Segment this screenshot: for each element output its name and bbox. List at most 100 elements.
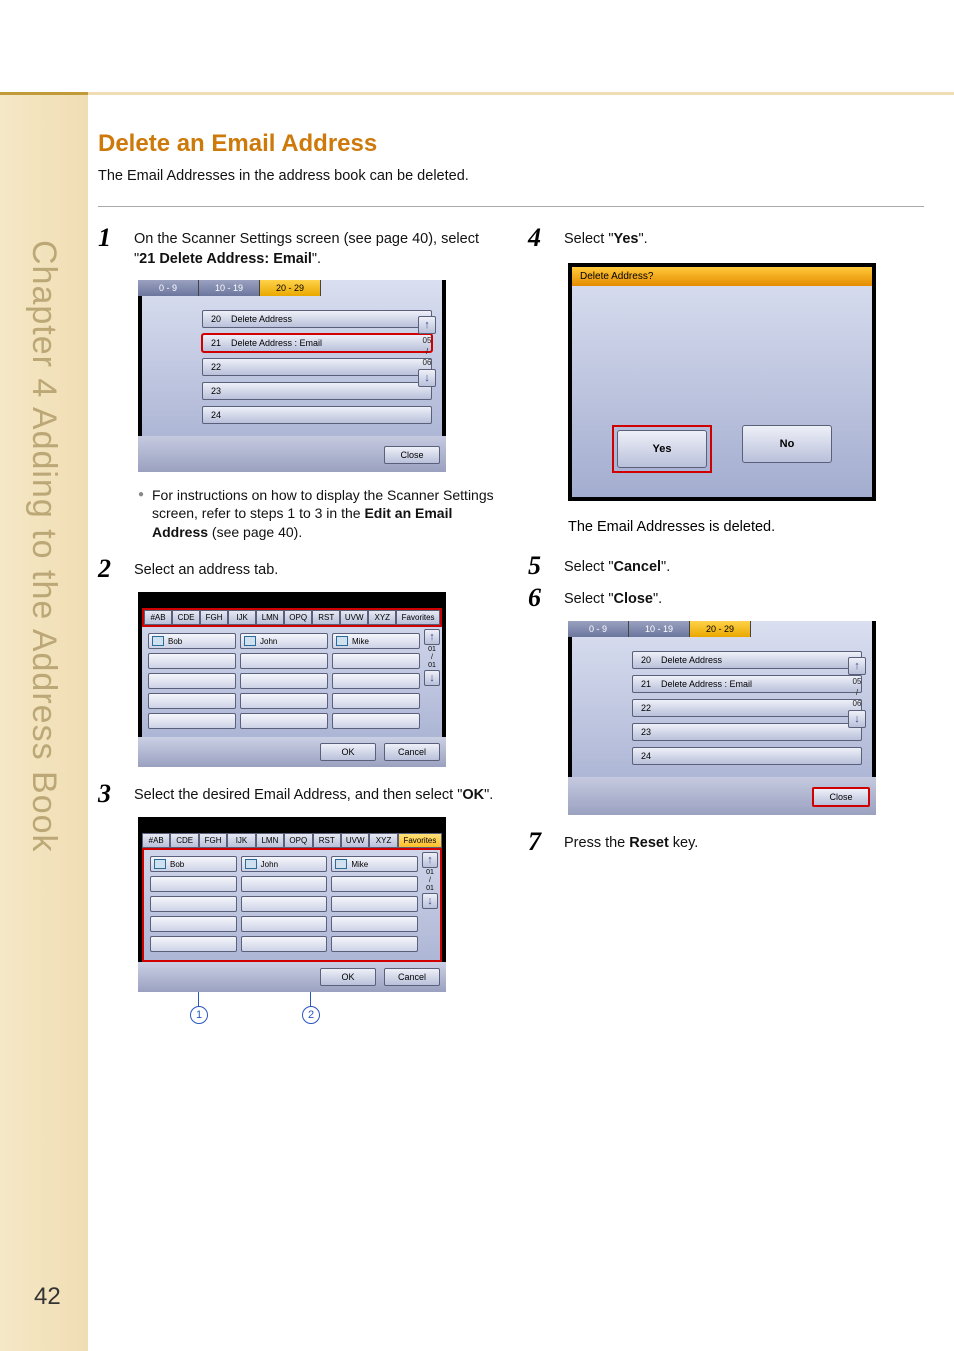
address-entry-empty[interactable] xyxy=(240,653,328,669)
text-bold: OK xyxy=(462,787,484,803)
address-entry-empty[interactable] xyxy=(241,916,328,932)
address-tab[interactable]: LMN xyxy=(256,610,284,625)
address-entry-empty[interactable] xyxy=(241,936,328,952)
close-button[interactable]: Close xyxy=(384,446,440,464)
step-text: Select "Close". xyxy=(564,585,662,609)
ok-button[interactable]: OK xyxy=(320,743,376,761)
settings-row[interactable]: 22 xyxy=(202,358,432,376)
mail-icon xyxy=(152,636,164,646)
row-num: 24 xyxy=(641,751,661,761)
address-entry[interactable]: Mike xyxy=(332,633,420,649)
address-entry-empty[interactable] xyxy=(148,693,236,709)
range-tab-active[interactable]: 20 - 29 xyxy=(260,280,321,296)
address-tab[interactable]: UVW xyxy=(340,610,368,625)
settings-row-highlight[interactable]: 21Delete Address : Email xyxy=(202,334,432,352)
address-select-screenshot: #AB CDE FGH IJK LMN OPQ RST UVW XYZ Favo… xyxy=(138,817,446,992)
address-tab[interactable]: OPQ xyxy=(284,833,312,848)
scroll-down-button[interactable]: ↓ xyxy=(848,710,866,728)
settings-row[interactable]: 23 xyxy=(632,723,862,741)
address-entry-empty[interactable] xyxy=(148,653,236,669)
address-entry-empty[interactable] xyxy=(240,673,328,689)
address-entry[interactable]: John xyxy=(241,856,328,872)
settings-row[interactable]: 24 xyxy=(202,406,432,424)
result-text: The Email Addresses is deleted. xyxy=(568,519,924,535)
ok-button-highlight[interactable]: OK xyxy=(320,968,376,986)
address-tab-favorites[interactable]: Favorites xyxy=(396,610,440,625)
address-entry-empty[interactable] xyxy=(331,876,418,892)
address-entry-empty[interactable] xyxy=(331,936,418,952)
address-entry-empty[interactable] xyxy=(241,876,328,892)
address-entry-empty[interactable] xyxy=(332,713,420,729)
address-tab[interactable]: UVW xyxy=(341,833,369,848)
address-tab[interactable]: XYZ xyxy=(368,610,396,625)
step-number: 3 xyxy=(98,781,134,807)
address-tab[interactable]: CDE xyxy=(172,610,200,625)
address-entry[interactable]: Bob xyxy=(148,633,236,649)
address-tab[interactable]: #AB xyxy=(142,833,170,848)
scroll-up-button[interactable]: ↑ xyxy=(848,657,866,675)
scroll-down-button[interactable]: ↓ xyxy=(418,369,436,387)
row-num: 23 xyxy=(211,386,231,396)
settings-row[interactable]: 22 xyxy=(632,699,862,717)
scroll-up-button[interactable]: ↑ xyxy=(422,852,438,868)
address-entry-empty[interactable] xyxy=(331,896,418,912)
address-entry-empty[interactable] xyxy=(150,936,237,952)
text: Select " xyxy=(564,559,613,575)
address-entry-empty[interactable] xyxy=(240,713,328,729)
settings-row[interactable]: 20Delete Address xyxy=(632,651,862,669)
address-tab[interactable]: #AB xyxy=(144,610,172,625)
scroll-up-button[interactable]: ↑ xyxy=(418,316,436,334)
scroll-down-button[interactable]: ↓ xyxy=(424,670,440,686)
range-tab[interactable]: 0 - 9 xyxy=(138,280,199,296)
address-entry-empty[interactable] xyxy=(150,916,237,932)
address-entry-empty[interactable] xyxy=(332,653,420,669)
address-entry[interactable]: John xyxy=(240,633,328,649)
row-num: 20 xyxy=(211,314,231,324)
address-tab[interactable]: RST xyxy=(312,610,340,625)
address-entry[interactable]: Mike xyxy=(331,856,418,872)
address-tab[interactable]: IJK xyxy=(227,833,255,848)
address-entry-empty[interactable] xyxy=(150,876,237,892)
address-entry-empty[interactable] xyxy=(148,673,236,689)
page-ind: / xyxy=(856,688,858,697)
address-entry-empty[interactable] xyxy=(332,693,420,709)
address-tab[interactable]: LMN xyxy=(256,833,284,848)
range-tab-active[interactable]: 20 - 29 xyxy=(690,621,751,637)
address-tab[interactable]: OPQ xyxy=(284,610,312,625)
close-button-highlight[interactable]: Close xyxy=(812,787,870,807)
address-tabs: #AB CDE FGH IJK LMN OPQ RST UVW XYZ Favo… xyxy=(142,833,442,848)
address-tab[interactable]: IJK xyxy=(228,610,256,625)
range-tab[interactable]: 10 - 19 xyxy=(199,280,260,296)
address-entry-empty[interactable] xyxy=(240,693,328,709)
scroll-up-button[interactable]: ↑ xyxy=(424,629,440,645)
cancel-button[interactable]: Cancel xyxy=(384,968,440,986)
settings-row[interactable]: 20Delete Address xyxy=(202,310,432,328)
settings-row[interactable]: 23 xyxy=(202,382,432,400)
yes-button[interactable]: Yes xyxy=(617,430,707,468)
scroll-down-button[interactable]: ↓ xyxy=(422,893,438,909)
address-tab[interactable]: FGH xyxy=(199,833,227,848)
cancel-button[interactable]: Cancel xyxy=(384,743,440,761)
scanner-settings-screenshot: 0 - 9 10 - 19 20 - 29 20Delete Address 2… xyxy=(138,280,446,472)
address-entry-empty[interactable] xyxy=(148,713,236,729)
entry-name: John xyxy=(260,637,277,646)
range-tab[interactable]: 10 - 19 xyxy=(629,621,690,637)
row-label: Delete Address xyxy=(231,314,292,324)
section-intro: The Email Addresses in the address book … xyxy=(98,168,924,207)
settings-row[interactable]: 24 xyxy=(632,747,862,765)
address-entry-empty[interactable] xyxy=(331,916,418,932)
address-entry-empty[interactable] xyxy=(150,896,237,912)
text: ". xyxy=(653,591,662,607)
address-tab[interactable]: RST xyxy=(313,833,341,848)
address-entry-empty[interactable] xyxy=(241,896,328,912)
settings-row[interactable]: 21Delete Address : Email xyxy=(632,675,862,693)
address-tab-favorites-selected[interactable]: Favorites xyxy=(398,833,442,848)
address-entry-empty[interactable] xyxy=(332,673,420,689)
row-label: Delete Address xyxy=(661,655,722,665)
range-tab[interactable]: 0 - 9 xyxy=(568,621,629,637)
address-entry[interactable]: Bob xyxy=(150,856,237,872)
no-button[interactable]: No xyxy=(742,425,832,463)
address-tab[interactable]: CDE xyxy=(170,833,198,848)
address-tab[interactable]: XYZ xyxy=(369,833,397,848)
address-tab[interactable]: FGH xyxy=(200,610,228,625)
